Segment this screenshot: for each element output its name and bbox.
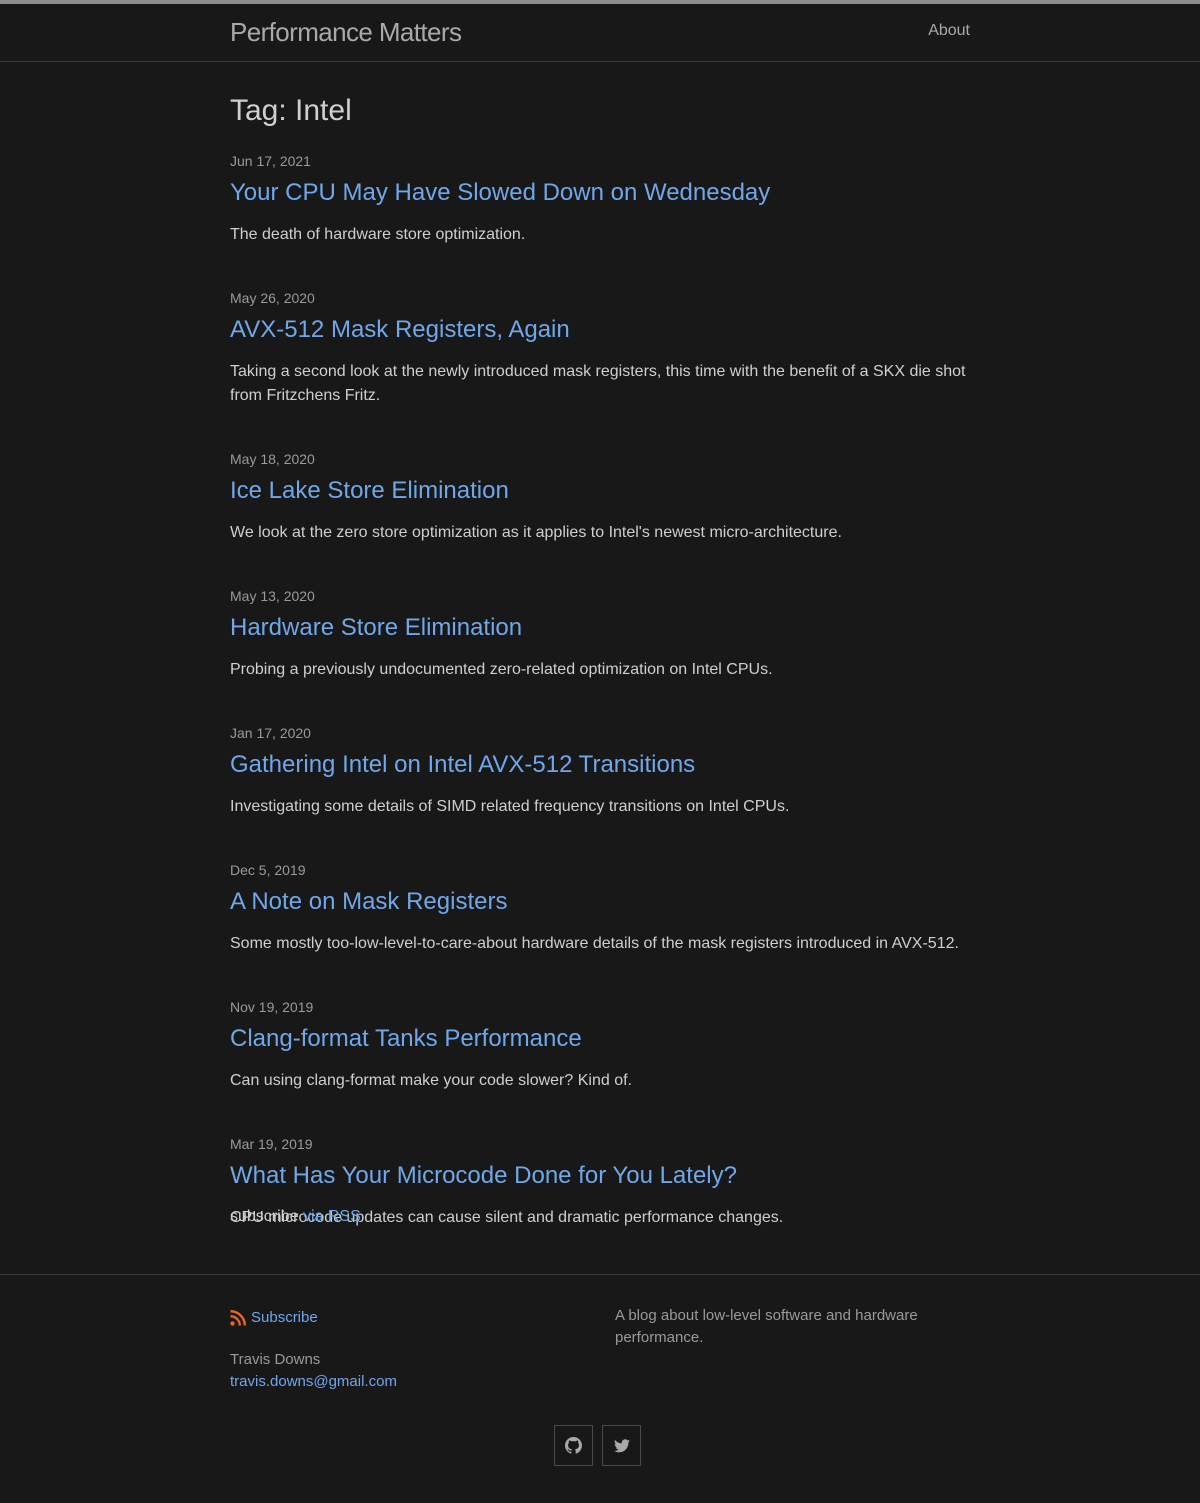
twitter-button[interactable]	[602, 1425, 641, 1466]
post-title-link[interactable]: Ice Lake Store Elimination	[230, 476, 970, 506]
post-title-link[interactable]: AVX-512 Mask Registers, Again	[230, 315, 970, 345]
post-title-link[interactable]: A Note on Mask Registers	[230, 887, 970, 917]
subscribe-label: Subscribe	[251, 1309, 318, 1326]
site-title-link[interactable]: Performance Matters	[230, 17, 462, 48]
post-title-link[interactable]: Gathering Intel on Intel AVX-512 Transit…	[230, 750, 970, 780]
post-item: Jun 17, 2021 Your CPU May Have Slowed Dow…	[230, 152, 970, 247]
site-header: Performance Matters About	[0, 4, 1200, 62]
post-title-link[interactable]: Hardware Store Elimination	[230, 613, 970, 643]
twitter-icon	[613, 1438, 630, 1452]
post-item: Nov 19, 2019 Clang-format Tanks Performan…	[230, 998, 970, 1093]
post-date: Jan 17, 2020	[230, 725, 311, 741]
post-excerpt: Taking a second look at the newly introd…	[230, 363, 966, 404]
post-item: Dec 5, 2019 A Note on Mask Registers Some …	[230, 861, 970, 956]
github-icon	[565, 1437, 582, 1454]
footer-description: A blog about low-level software and hard…	[615, 1307, 918, 1346]
post-item: May 18, 2020 Ice Lake Store Elimination We…	[230, 450, 970, 545]
page-title: Tag: Intel	[230, 94, 352, 127]
footer-contact: Subscribe Travis Downs travis.downs@gmai…	[230, 1309, 590, 1393]
post-title-link[interactable]: Your CPU May Have Slowed Down on Wednesd…	[230, 178, 970, 208]
post-excerpt: Can using clang-format make your code sl…	[230, 1072, 632, 1089]
post-item: Jan 17, 2020 Gathering Intel on Intel AVX…	[230, 724, 970, 819]
rss-prefix: subscribe	[230, 1208, 299, 1225]
author-email-link[interactable]: travis.downs@gmail.com	[230, 1371, 590, 1393]
site-footer: Subscribe Travis Downs travis.downs@gmai…	[0, 1274, 1200, 1503]
post-excerpt: The death of hardware store optimization…	[230, 226, 526, 243]
post-excerpt: We look at the zero store optimization a…	[230, 524, 842, 541]
post-list: Jun 17, 2021 Your CPU May Have Slowed Dow…	[230, 152, 970, 1230]
footer-subscribe-link[interactable]: Subscribe	[230, 1309, 318, 1326]
post-date: May 26, 2020	[230, 290, 315, 306]
post-title-link[interactable]: What Has Your Microcode Done for You Lat…	[230, 1161, 970, 1191]
rss-subscribe-line: subscribe via RSS	[230, 1205, 361, 1229]
post-excerpt: Some mostly too-low-level-to-care-about …	[230, 935, 959, 952]
post-date: Dec 5, 2019	[230, 862, 306, 878]
post-date: Nov 19, 2019	[230, 999, 314, 1015]
post-excerpt: Probing a previously undocumented zero-r…	[230, 661, 773, 678]
post-item: May 13, 2020 Hardware Store Elimination Pr…	[230, 587, 970, 682]
post-date: Jun 17, 2021	[230, 153, 311, 169]
post-date: Mar 19, 2019	[230, 1136, 313, 1152]
social-links	[554, 1425, 641, 1466]
post-excerpt: Investigating some details of SIMD relat…	[230, 798, 790, 815]
nav-about-link[interactable]: About	[928, 22, 970, 40]
rss-icon	[230, 1309, 246, 1326]
post-date: May 18, 2020	[230, 451, 315, 467]
post-item: May 26, 2020 AVX-512 Mask Registers, Agai…	[230, 289, 970, 408]
github-button[interactable]	[554, 1425, 593, 1466]
via-rss-link[interactable]: via RSS	[303, 1208, 361, 1225]
post-date: May 13, 2020	[230, 588, 315, 604]
author-name: Travis Downs	[230, 1350, 321, 1368]
post-title-link[interactable]: Clang-format Tanks Performance	[230, 1024, 970, 1054]
